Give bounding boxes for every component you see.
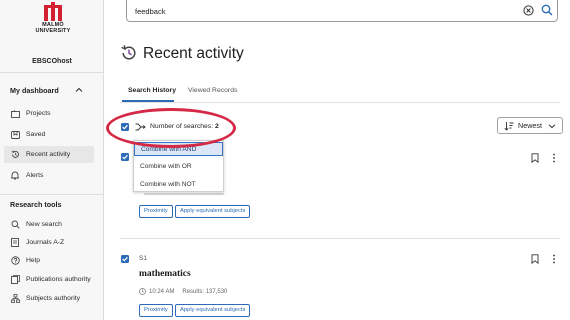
- search-results-count: Results: 137,530: [182, 288, 228, 295]
- checkmark-icon: [122, 256, 128, 262]
- sidebar-item-subjects-authority[interactable]: Subjects authority: [10, 290, 96, 307]
- sidebar-item-projects[interactable]: Projects: [10, 105, 96, 122]
- search-meta: 10:24 AM Results: 137,530: [139, 288, 227, 295]
- sidebar-divider: [0, 194, 104, 195]
- sidebar-item-label: New search: [26, 221, 62, 228]
- sidebar-item-journals[interactable]: Journals A-Z: [10, 234, 96, 251]
- sidebar-item-publications-authority[interactable]: Publications authority: [10, 271, 96, 288]
- history-icon: [121, 45, 136, 60]
- tab-search-history[interactable]: Search History: [128, 87, 176, 94]
- bookmark-icon[interactable]: [531, 254, 539, 264]
- record-checkbox[interactable]: [121, 153, 129, 161]
- search-input[interactable]: [135, 4, 515, 18]
- sort-icon: [504, 121, 514, 131]
- sidebar-item-label: Projects: [26, 110, 51, 117]
- sort-label: Newest: [518, 121, 542, 130]
- sidebar-item-label: Help: [26, 257, 40, 264]
- university-logo[interactable]: MALMÖ UNIVERSITY: [28, 2, 78, 36]
- menu-item-combine-or[interactable]: Combine with OR: [134, 160, 223, 174]
- search-time: 10:24 AM: [149, 288, 175, 295]
- sidebar-divider: [0, 72, 104, 73]
- logo-line-2: UNIVERSITY: [35, 28, 71, 34]
- sidebar-item-label: Recent activity: [26, 151, 71, 158]
- dashboard-heading[interactable]: My dashboard: [10, 86, 59, 95]
- sidebar-item-label: Subjects authority: [26, 295, 81, 302]
- clear-search-icon[interactable]: [523, 5, 534, 16]
- tab-viewed-records[interactable]: Viewed Records: [188, 87, 237, 94]
- active-tab-indicator: [122, 100, 174, 102]
- page-title: Recent activity: [143, 45, 244, 62]
- projects-icon: [10, 109, 20, 119]
- tools-heading: Research tools: [10, 200, 62, 209]
- search-query[interactable]: mathematics: [139, 269, 191, 279]
- sidebar-item-label: Publications authority: [26, 276, 91, 283]
- sidebar-item-new-search[interactable]: New search: [10, 216, 96, 233]
- annotation-highlight: [106, 108, 236, 148]
- clock-icon: [139, 288, 146, 295]
- tabs-divider: [120, 102, 560, 103]
- more-options-icon[interactable]: [552, 254, 556, 264]
- sidebar-item-help[interactable]: Help: [10, 252, 96, 269]
- sidebar-item-alerts[interactable]: Alerts: [10, 167, 96, 184]
- chevron-up-icon[interactable]: [75, 86, 83, 94]
- sidebar-item-label: Saved: [26, 131, 46, 138]
- logo-mark-icon: [44, 2, 62, 21]
- help-icon: [10, 256, 20, 266]
- search-icon[interactable]: [541, 4, 553, 16]
- sort-select[interactable]: Newest: [497, 117, 563, 134]
- equivalent-subjects-chip[interactable]: Apply equivalent subjects: [175, 304, 251, 317]
- journal-icon: [10, 238, 20, 248]
- equivalent-subjects-chip[interactable]: Apply equivalent subjects: [175, 205, 251, 218]
- saved-icon: [10, 130, 20, 140]
- history-icon: [10, 150, 20, 160]
- sidebar-item-recent-activity[interactable]: Recent activity: [4, 146, 94, 163]
- proximity-chip[interactable]: Proximity: [139, 205, 173, 218]
- record-checkbox[interactable]: [121, 255, 129, 263]
- sidebar: MALMÖ UNIVERSITY EBSCOhost My dashboard …: [0, 0, 104, 320]
- search-number: S1: [139, 255, 148, 262]
- bell-icon: [10, 171, 20, 181]
- search-bar: [126, 0, 558, 22]
- checkmark-icon: [122, 154, 128, 160]
- search-icon: [10, 220, 20, 230]
- publications-icon: [10, 275, 20, 285]
- sidebar-item-label: Alerts: [26, 172, 44, 179]
- chevron-down-icon: [548, 123, 556, 128]
- more-options-icon[interactable]: [552, 153, 556, 163]
- proximity-chip[interactable]: Proximity: [139, 304, 173, 317]
- record-divider: [120, 238, 560, 239]
- bookmark-icon[interactable]: [531, 153, 539, 163]
- app-name: EBSCOhost: [32, 58, 72, 65]
- subjects-icon: [10, 294, 20, 304]
- menu-item-combine-not[interactable]: Combine with NOT: [134, 178, 223, 192]
- sidebar-item-label: Journals A-Z: [26, 239, 65, 246]
- obscured-record-meta: [144, 193, 224, 195]
- sidebar-item-saved[interactable]: Saved: [10, 126, 96, 143]
